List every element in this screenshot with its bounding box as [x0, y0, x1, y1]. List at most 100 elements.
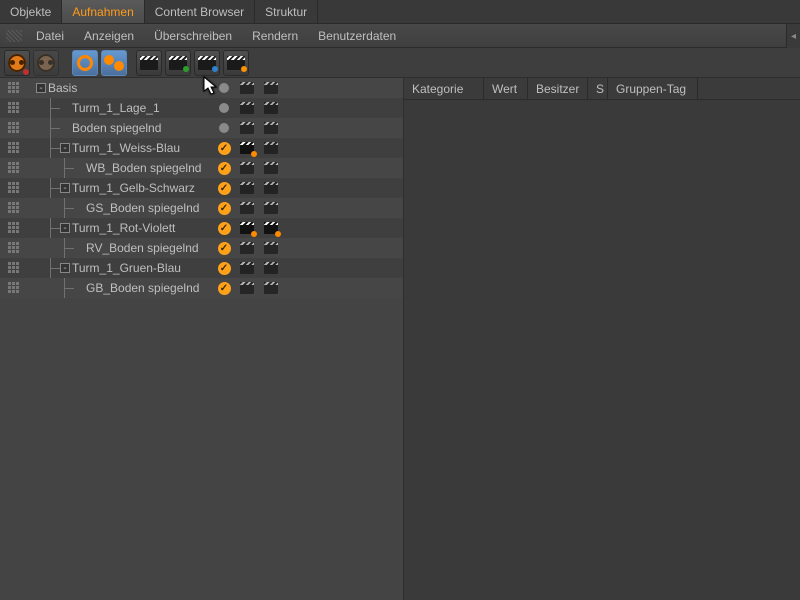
status-icon[interactable]: ✓ — [213, 142, 235, 155]
drag-handle-icon[interactable] — [8, 282, 20, 294]
column-kategorie[interactable]: Kategorie — [404, 78, 484, 99]
clapper-mini-icon[interactable] — [259, 102, 283, 114]
take-label[interactable]: Turm_1_Rot-Violett — [72, 221, 181, 235]
expander-icon[interactable]: - — [60, 183, 70, 193]
take-row[interactable]: -Turm_1_Weiss-Blau ✓ — [0, 138, 403, 158]
drag-handle-icon[interactable] — [8, 82, 20, 94]
film-reel-add-icon[interactable] — [4, 50, 30, 76]
tab-aufnahmen[interactable]: Aufnahmen — [62, 0, 144, 23]
tab-bar: ObjekteAufnahmenContent BrowserStruktur — [0, 0, 800, 24]
clapper-mini-icon[interactable] — [259, 142, 283, 154]
clapper-mini-icon[interactable] — [259, 262, 283, 274]
take-row[interactable]: -Turm_1_Rot-Violett ✓ — [0, 218, 403, 238]
status-icon[interactable]: ✓ — [213, 222, 235, 235]
take-label[interactable]: Basis — [48, 81, 83, 95]
status-icon[interactable] — [213, 123, 235, 133]
drag-handle-icon[interactable] — [8, 182, 20, 194]
clapper-mini-icon[interactable] — [259, 122, 283, 134]
clapper-mini-icon[interactable] — [259, 282, 283, 294]
status-icon[interactable]: ✓ — [213, 182, 235, 195]
drag-handle-icon[interactable] — [8, 242, 20, 254]
tab-struktur[interactable]: Struktur — [255, 0, 318, 23]
clapper-mini-icon[interactable] — [259, 222, 283, 234]
clapper-mini-icon[interactable] — [235, 82, 259, 94]
ring-icon[interactable] — [72, 50, 98, 76]
menu-rendern[interactable]: Rendern — [242, 24, 308, 48]
clapper-mini-icon[interactable] — [259, 162, 283, 174]
clapper-add-icon[interactable] — [223, 50, 249, 76]
menu-überschreiben[interactable]: Überschreiben — [144, 24, 242, 48]
clapper-icon[interactable] — [136, 50, 162, 76]
column-gruppen-tag[interactable]: Gruppen-Tag — [608, 78, 698, 99]
take-label[interactable]: Turm_1_Weiss-Blau — [72, 141, 186, 155]
clapper-mini-icon[interactable] — [235, 282, 259, 294]
take-label[interactable]: Turm_1_Gelb-Schwarz — [72, 181, 201, 195]
menu-benutzerdaten[interactable]: Benutzerdaten — [308, 24, 406, 48]
clapper-play-icon[interactable] — [165, 50, 191, 76]
tab-objekte[interactable]: Objekte — [0, 0, 62, 23]
grip-icon — [6, 30, 22, 42]
blobs-icon — [104, 55, 124, 71]
take-label[interactable]: RV_Boden spiegelnd — [86, 241, 205, 255]
expander-icon[interactable]: - — [60, 263, 70, 273]
drag-handle-icon[interactable] — [8, 122, 20, 134]
clapper-range-icon[interactable] — [194, 50, 220, 76]
blobs-icon[interactable] — [101, 50, 127, 76]
clapper-mini-icon[interactable] — [259, 202, 283, 214]
take-row[interactable]: GB_Boden spiegelnd ✓ — [0, 278, 403, 298]
take-row[interactable]: -Basis — [0, 78, 403, 98]
column-s[interactable]: S — [588, 78, 608, 99]
status-icon[interactable]: ✓ — [213, 242, 235, 255]
drag-handle-icon[interactable] — [8, 102, 20, 114]
clapper-mini-icon[interactable] — [259, 82, 283, 94]
column-besitzer[interactable]: Besitzer — [528, 78, 588, 99]
take-label[interactable]: GB_Boden spiegelnd — [86, 281, 205, 295]
tab-content-browser[interactable]: Content Browser — [145, 0, 255, 23]
take-row[interactable]: WB_Boden spiegelnd ✓ — [0, 158, 403, 178]
take-label[interactable]: WB_Boden spiegelnd — [86, 161, 207, 175]
drag-handle-icon[interactable] — [8, 222, 20, 234]
clapper-mini-icon[interactable] — [235, 222, 259, 234]
clapper-icon — [140, 56, 158, 70]
take-row[interactable]: -Turm_1_Gelb-Schwarz ✓ — [0, 178, 403, 198]
ring-icon — [77, 55, 93, 71]
clapper-mini-icon[interactable] — [235, 182, 259, 194]
take-row[interactable]: GS_Boden spiegelnd ✓ — [0, 198, 403, 218]
drag-handle-icon[interactable] — [8, 202, 20, 214]
clapper-mini-icon[interactable] — [259, 242, 283, 254]
clapper-mini-icon[interactable] — [235, 242, 259, 254]
camera-reel-icon — [33, 50, 59, 76]
take-label[interactable]: Turm_1_Lage_1 — [72, 101, 166, 115]
drag-handle-icon[interactable] — [8, 162, 20, 174]
expander-icon[interactable]: - — [60, 223, 70, 233]
status-icon[interactable] — [213, 83, 235, 93]
column-wert[interactable]: Wert — [484, 78, 528, 99]
menu-anzeigen[interactable]: Anzeigen — [74, 24, 144, 48]
take-row[interactable]: Turm_1_Lage_1 — [0, 98, 403, 118]
expander-icon[interactable]: - — [36, 83, 46, 93]
clapper-mini-icon[interactable] — [235, 262, 259, 274]
status-icon[interactable]: ✓ — [213, 202, 235, 215]
clapper-mini-icon[interactable] — [235, 102, 259, 114]
menubar-overflow[interactable]: ◂ — [786, 24, 800, 48]
take-label[interactable]: GS_Boden spiegelnd — [86, 201, 205, 215]
drag-handle-icon[interactable] — [8, 142, 20, 154]
clapper-mini-icon[interactable] — [235, 202, 259, 214]
take-row[interactable]: Boden spiegelnd — [0, 118, 403, 138]
take-label[interactable]: Turm_1_Gruen-Blau — [72, 261, 187, 275]
take-row[interactable]: -Turm_1_Gruen-Blau ✓ — [0, 258, 403, 278]
take-label[interactable]: Boden spiegelnd — [72, 121, 167, 135]
expander-icon[interactable]: - — [60, 143, 70, 153]
attribute-body — [404, 100, 800, 600]
drag-handle-icon[interactable] — [8, 262, 20, 274]
clapper-mini-icon[interactable] — [235, 122, 259, 134]
take-row[interactable]: RV_Boden spiegelnd ✓ — [0, 238, 403, 258]
clapper-mini-icon[interactable] — [235, 162, 259, 174]
menu-datei[interactable]: Datei — [26, 24, 74, 48]
clapper-mini-icon[interactable] — [235, 142, 259, 154]
clapper-mini-icon[interactable] — [259, 182, 283, 194]
status-icon[interactable]: ✓ — [213, 162, 235, 175]
status-icon[interactable] — [213, 103, 235, 113]
status-icon[interactable]: ✓ — [213, 262, 235, 275]
status-icon[interactable]: ✓ — [213, 282, 235, 295]
